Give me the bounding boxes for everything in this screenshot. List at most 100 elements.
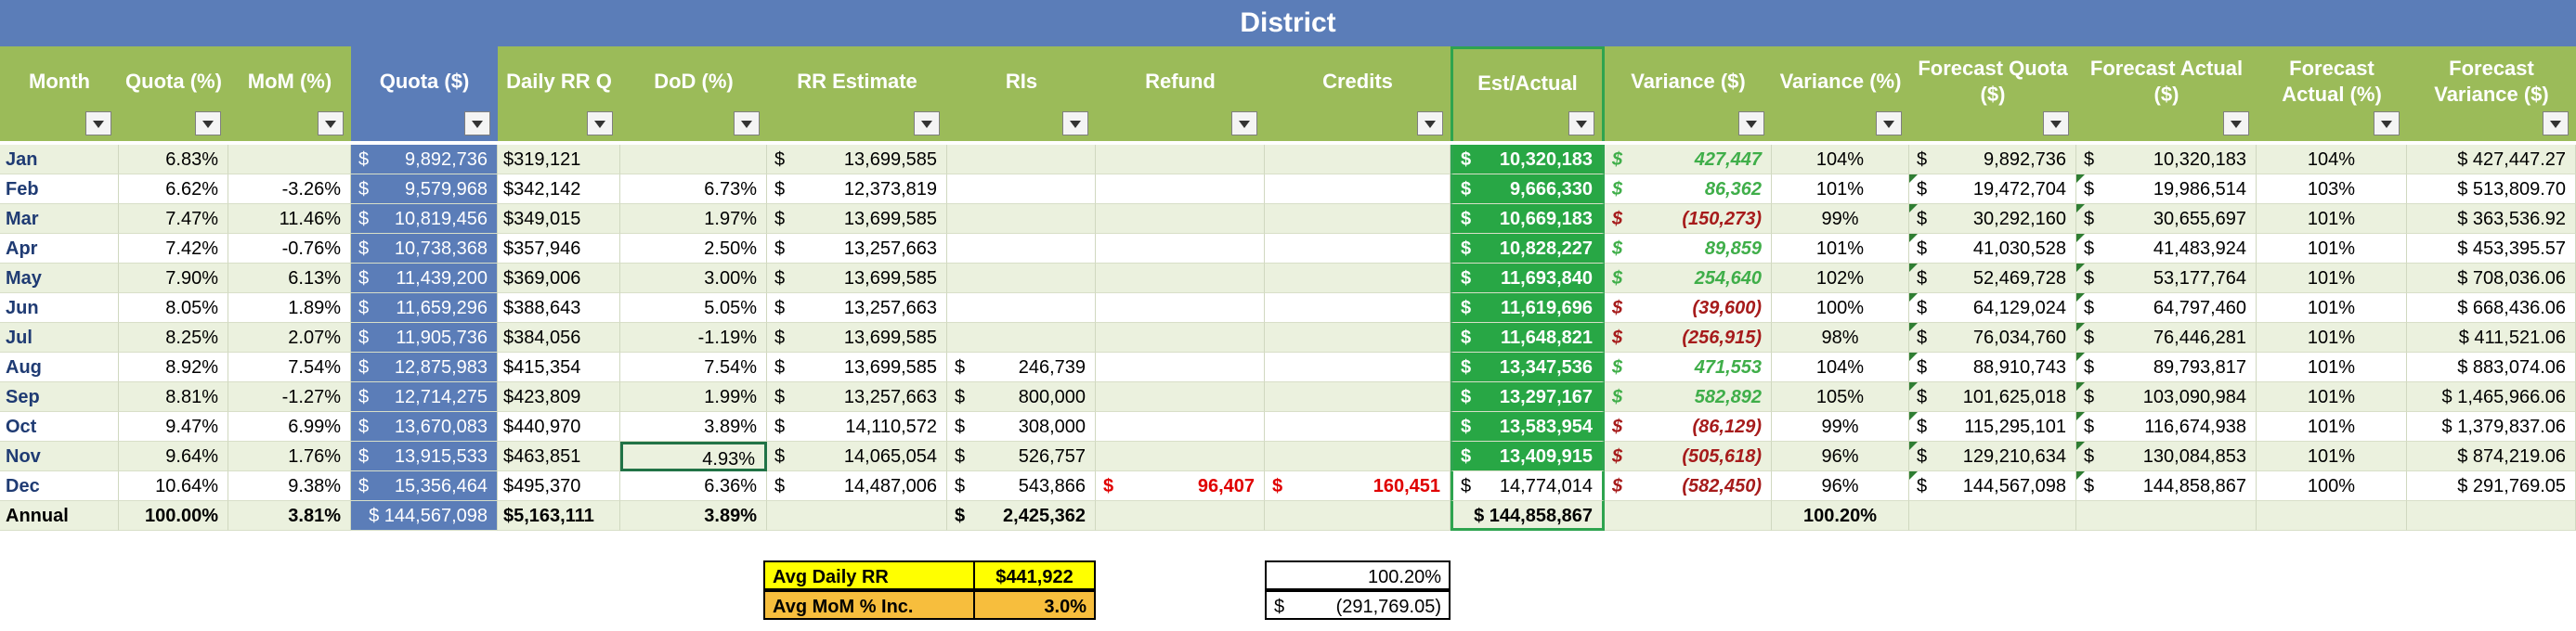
forecast-actual-cell[interactable]: $116,674,938 xyxy=(2076,412,2257,442)
ris-cell[interactable] xyxy=(947,323,1096,353)
filter-dropdown-icon[interactable] xyxy=(2043,111,2069,135)
avg-mom-label[interactable]: Avg MoM % Inc. xyxy=(763,590,975,620)
quota-pct-cell[interactable]: 6.62% xyxy=(119,174,228,204)
rr-estimate-cell[interactable]: $12,373,819 xyxy=(767,174,947,204)
annual-dod[interactable]: 3.89% xyxy=(620,501,767,531)
daily-rr-cell[interactable]: $440,970 xyxy=(498,412,620,442)
daily-rr-cell[interactable]: $388,643 xyxy=(498,293,620,323)
rr-estimate-cell[interactable]: $14,487,006 xyxy=(767,471,947,501)
refund-cell[interactable]: $96,407 xyxy=(1096,471,1265,501)
forecast-actual-pct-cell[interactable]: 103% xyxy=(2257,174,2407,204)
quota-dollar-cell[interactable]: $13,915,533 xyxy=(351,442,498,471)
column-header-drr[interactable]: Daily RR Q xyxy=(498,46,620,141)
annual-fa[interactable] xyxy=(2076,501,2257,531)
annual-mom[interactable]: 3.81% xyxy=(228,501,351,531)
mom-cell[interactable]: -1.27% xyxy=(228,382,351,412)
month-cell[interactable]: May xyxy=(0,264,119,293)
credits-cell[interactable] xyxy=(1265,234,1451,264)
daily-rr-cell[interactable]: $369,006 xyxy=(498,264,620,293)
avg-mom-value[interactable]: 3.0% xyxy=(973,590,1096,620)
column-header-qd[interactable]: Quota ($) xyxy=(351,46,498,141)
annual-fv[interactable] xyxy=(2407,501,2576,531)
daily-rr-cell[interactable]: $357,946 xyxy=(498,234,620,264)
column-header-cred[interactable]: Credits xyxy=(1265,46,1451,141)
forecast-actual-cell[interactable]: $10,320,183 xyxy=(2076,145,2257,174)
refund-cell[interactable] xyxy=(1096,323,1265,353)
est-actual-cell[interactable]: $13,297,167 xyxy=(1451,382,1605,412)
est-actual-cell[interactable]: $11,648,821 xyxy=(1451,323,1605,353)
variance-pct-cell[interactable]: 101% xyxy=(1772,174,1909,204)
annual-quota-dollar[interactable]: $ 144,567,098 xyxy=(351,501,498,531)
avg-daily-rr-label[interactable]: Avg Daily RR xyxy=(763,560,975,590)
dod-cell[interactable]: 7.54% xyxy=(620,353,767,382)
column-header-month[interactable]: Month xyxy=(0,46,119,141)
ris-cell[interactable]: $543,866 xyxy=(947,471,1096,501)
annual-fq[interactable] xyxy=(1909,501,2076,531)
month-cell[interactable]: Feb xyxy=(0,174,119,204)
credits-cell[interactable] xyxy=(1265,353,1451,382)
column-header-dod[interactable]: DoD (%) xyxy=(620,46,767,141)
forecast-variance-cell[interactable]: $ 427,447.27 xyxy=(2407,145,2576,174)
filter-dropdown-icon[interactable] xyxy=(587,111,613,135)
forecast-variance-cell[interactable]: $ 1,465,966.06 xyxy=(2407,382,2576,412)
quota-dollar-cell[interactable]: $9,892,736 xyxy=(351,145,498,174)
quota-dollar-cell[interactable]: $11,905,736 xyxy=(351,323,498,353)
est-actual-cell[interactable]: $13,409,915 xyxy=(1451,442,1605,471)
annual-est-actual[interactable]: $ 144,858,867 xyxy=(1451,501,1605,531)
summary-variance-value[interactable]: $ (291,769.05) xyxy=(1265,590,1451,620)
forecast-variance-cell[interactable]: $ 453,395.57 xyxy=(2407,234,2576,264)
refund-cell[interactable] xyxy=(1096,382,1265,412)
refund-cell[interactable] xyxy=(1096,264,1265,293)
quota-pct-cell[interactable]: 8.25% xyxy=(119,323,228,353)
mom-cell[interactable]: 6.13% xyxy=(228,264,351,293)
variance-dollar-cell[interactable]: $582,892 xyxy=(1605,382,1772,412)
variance-pct-cell[interactable]: 96% xyxy=(1772,442,1909,471)
annual-variance-pct[interactable]: 100.20% xyxy=(1772,501,1909,531)
quota-dollar-cell[interactable]: $10,819,456 xyxy=(351,204,498,234)
ris-cell[interactable] xyxy=(947,145,1096,174)
variance-pct-cell[interactable]: 100% xyxy=(1772,293,1909,323)
mom-cell[interactable]: 1.89% xyxy=(228,293,351,323)
forecast-quota-cell[interactable]: $9,892,736 xyxy=(1909,145,2076,174)
filter-dropdown-icon[interactable] xyxy=(2543,111,2569,135)
filter-dropdown-icon[interactable] xyxy=(1568,111,1594,135)
month-cell[interactable]: Aug xyxy=(0,353,119,382)
credits-cell[interactable] xyxy=(1265,264,1451,293)
est-actual-cell[interactable]: $10,320,183 xyxy=(1451,145,1605,174)
filter-dropdown-icon[interactable] xyxy=(85,111,111,135)
quota-pct-cell[interactable]: 8.81% xyxy=(119,382,228,412)
filter-dropdown-icon[interactable] xyxy=(1876,111,1902,135)
annual-variance[interactable] xyxy=(1605,501,1772,531)
dod-cell[interactable]: -1.19% xyxy=(620,323,767,353)
month-cell[interactable]: Sep xyxy=(0,382,119,412)
quota-dollar-cell[interactable]: $12,875,983 xyxy=(351,353,498,382)
variance-dollar-cell[interactable]: $ (86,129) xyxy=(1605,412,1772,442)
est-actual-cell[interactable]: $13,583,954 xyxy=(1451,412,1605,442)
annual-rr-estimate[interactable] xyxy=(767,501,947,531)
quota-dollar-cell[interactable]: $10,738,368 xyxy=(351,234,498,264)
dod-cell[interactable]: 6.73% xyxy=(620,174,767,204)
column-header-fa[interactable]: Forecast Actual ($) xyxy=(2076,46,2257,141)
daily-rr-cell[interactable]: $423,809 xyxy=(498,382,620,412)
column-header-var[interactable]: Variance ($) xyxy=(1605,46,1772,141)
forecast-actual-cell[interactable]: $53,177,764 xyxy=(2076,264,2257,293)
daily-rr-cell[interactable]: $342,142 xyxy=(498,174,620,204)
quota-pct-cell[interactable]: 9.64% xyxy=(119,442,228,471)
forecast-actual-cell[interactable]: $89,793,817 xyxy=(2076,353,2257,382)
dod-cell[interactable] xyxy=(620,145,767,174)
forecast-actual-pct-cell[interactable]: 104% xyxy=(2257,145,2407,174)
forecast-actual-cell[interactable]: $130,084,853 xyxy=(2076,442,2257,471)
rr-estimate-cell[interactable]: $13,257,663 xyxy=(767,234,947,264)
variance-dollar-cell[interactable]: $ (505,618) xyxy=(1605,442,1772,471)
credits-cell[interactable] xyxy=(1265,174,1451,204)
est-actual-cell[interactable]: $11,693,840 xyxy=(1451,264,1605,293)
forecast-actual-pct-cell[interactable]: 101% xyxy=(2257,234,2407,264)
quota-dollar-cell[interactable]: $13,670,083 xyxy=(351,412,498,442)
credits-cell[interactable] xyxy=(1265,412,1451,442)
forecast-actual-cell[interactable]: $103,090,984 xyxy=(2076,382,2257,412)
month-cell[interactable]: Oct xyxy=(0,412,119,442)
column-header-ris[interactable]: RIs xyxy=(947,46,1096,141)
rr-estimate-cell[interactable]: $13,699,585 xyxy=(767,264,947,293)
forecast-actual-pct-cell[interactable]: 100% xyxy=(2257,471,2407,501)
filter-dropdown-icon[interactable] xyxy=(1231,111,1257,135)
